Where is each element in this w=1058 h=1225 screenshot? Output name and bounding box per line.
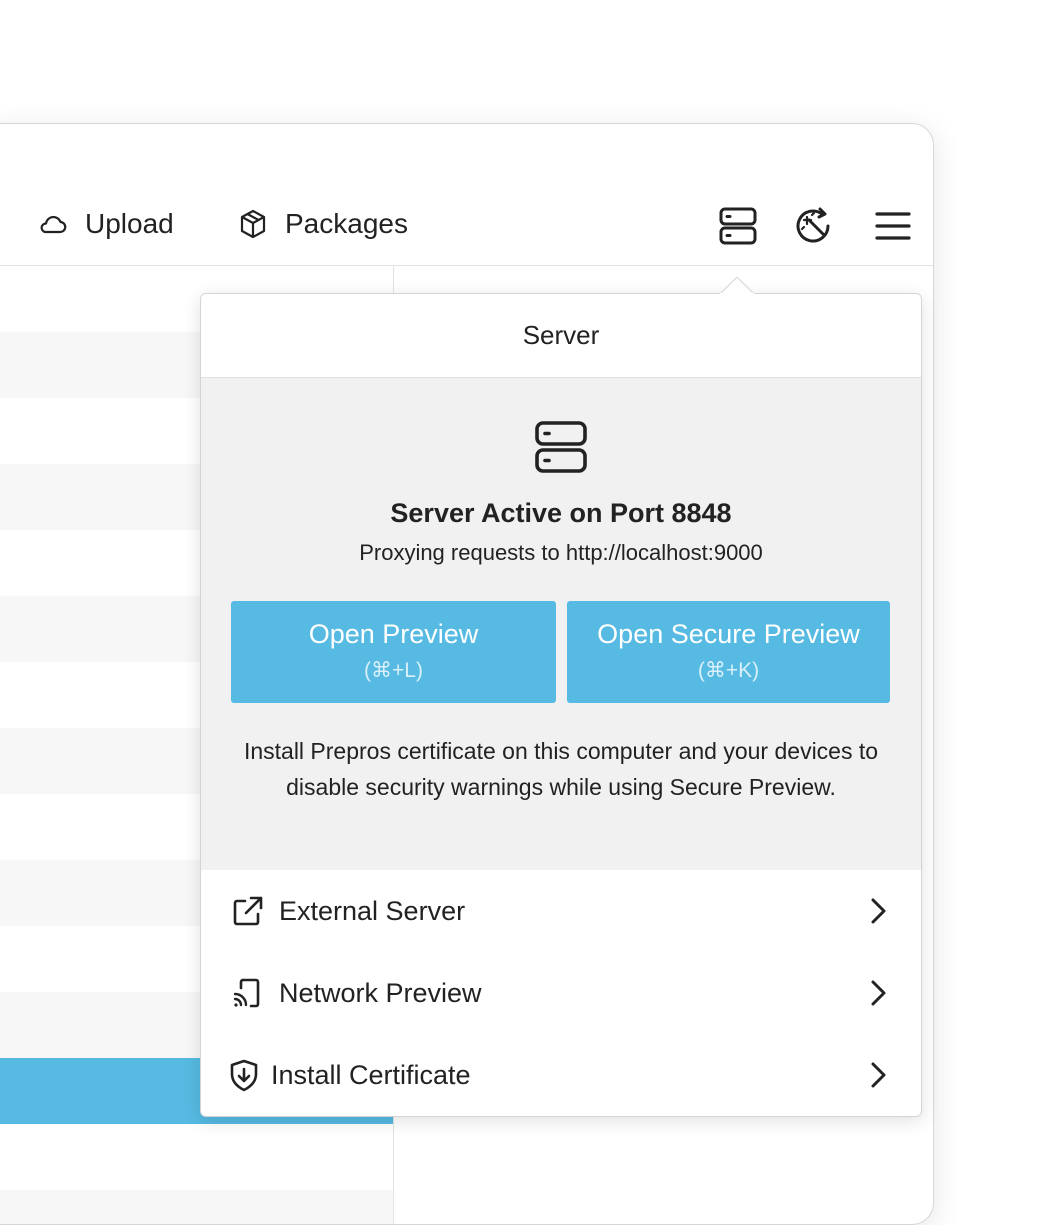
list-row[interactable] xyxy=(0,1190,393,1224)
external-server-label: External Server xyxy=(279,895,466,926)
watch-icon[interactable] xyxy=(795,206,835,246)
upload-label: Upload xyxy=(85,208,174,239)
chevron-right-icon xyxy=(871,1062,886,1088)
install-certificate-label: Install Certificate xyxy=(271,1059,471,1090)
server-icon xyxy=(535,421,587,473)
open-preview-shortcut: (⌘+L) xyxy=(364,659,423,682)
server-icon[interactable] xyxy=(718,206,758,246)
network-preview-item[interactable]: Network Preview xyxy=(201,952,921,1034)
upload-button[interactable]: Upload xyxy=(37,208,174,240)
package-icon xyxy=(240,209,266,239)
cloud-icon xyxy=(40,215,67,234)
external-server-item[interactable]: External Server xyxy=(201,870,921,952)
install-certificate-item[interactable]: Install Certificate xyxy=(201,1034,921,1116)
open-secure-preview-shortcut: (⌘+K) xyxy=(697,659,760,682)
open-preview-label: Open Preview xyxy=(308,619,479,649)
hamburger-menu-icon[interactable] xyxy=(873,206,913,246)
server-status-subtitle: Proxying requests to http://localhost:90… xyxy=(359,540,763,565)
list-row[interactable] xyxy=(0,1124,393,1190)
network-preview-label: Network Preview xyxy=(279,977,482,1008)
popover-header: Server xyxy=(201,294,921,378)
packages-label: Packages xyxy=(285,208,408,239)
chevron-right-icon xyxy=(871,898,886,924)
open-secure-preview-button[interactable]: Open Secure Preview (⌘+K) xyxy=(567,601,890,703)
cast-device-icon xyxy=(233,978,260,1008)
popover-title: Server xyxy=(522,320,600,350)
open-secure-preview-label: Open Secure Preview xyxy=(597,619,860,649)
open-preview-button[interactable]: Open Preview (⌘+L) xyxy=(231,601,556,703)
chevron-right-icon xyxy=(871,980,886,1006)
external-link-icon xyxy=(233,896,263,926)
toolbar: Upload Packages xyxy=(0,124,933,266)
server-status-title: Server Active on Port 8848 xyxy=(390,498,732,528)
popover-caret xyxy=(720,277,754,311)
certificate-note: Install Prepros certificate on this comp… xyxy=(243,738,879,800)
server-popover: Server Server Active on Port 8848 Proxyi… xyxy=(200,293,922,1117)
shield-download-icon xyxy=(230,1059,258,1092)
server-status-panel: Server Active on Port 8848 Proxying requ… xyxy=(201,378,921,870)
packages-button[interactable]: Packages xyxy=(239,208,408,240)
